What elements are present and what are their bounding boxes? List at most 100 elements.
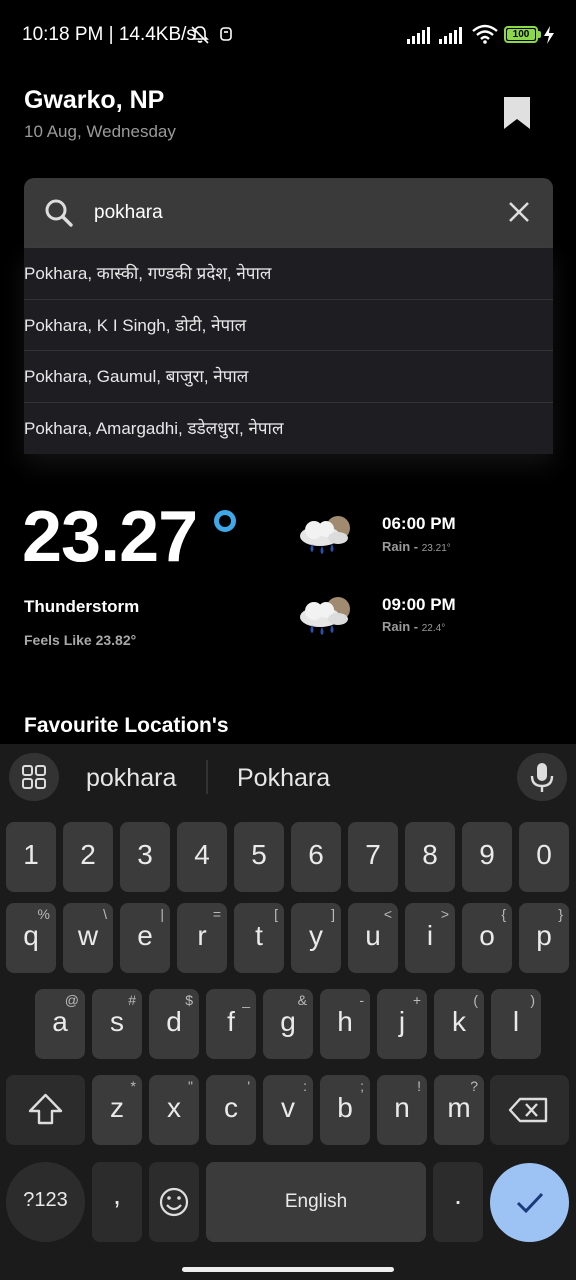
key-o[interactable]: o{ xyxy=(462,903,512,973)
battery-icon: 100 xyxy=(504,26,538,43)
key-7[interactable]: 7 xyxy=(348,822,398,892)
checkmark-icon xyxy=(516,1192,544,1214)
search-input[interactable] xyxy=(94,196,484,230)
emoji-key[interactable] xyxy=(149,1162,199,1242)
key-u[interactable]: u < xyxy=(348,903,398,973)
key-alt-label: { xyxy=(501,906,506,922)
suggestion-item[interactable]: Pokhara, Gaumul, बाजुरा, नेपाल xyxy=(24,351,553,403)
bell-off-icon xyxy=(191,26,209,44)
key-l[interactable]: l) xyxy=(491,989,541,1059)
key-e[interactable]: e | xyxy=(120,903,170,973)
key-n[interactable]: n! xyxy=(377,1075,427,1145)
location-title: Gwarko, NP xyxy=(24,86,165,114)
comma-key[interactable]: , xyxy=(92,1162,142,1242)
key-label: d xyxy=(166,1006,182,1037)
key-label: 3 xyxy=(137,839,153,870)
key-alt-label: } xyxy=(558,906,563,922)
charging-icon xyxy=(544,26,554,44)
voice-input-button[interactable] xyxy=(517,753,567,801)
key-label: o xyxy=(479,920,495,951)
key-w[interactable]: w \ xyxy=(63,903,113,973)
key-8[interactable]: 8 xyxy=(405,822,455,892)
key-2[interactable]: 2 xyxy=(63,822,113,892)
enter-key[interactable] xyxy=(490,1163,569,1242)
key-label: 8 xyxy=(422,839,438,870)
search-suggestions: Pokhara, कास्की, गण्डकी प्रदेश, नेपाल Po… xyxy=(24,248,553,454)
key-label: l xyxy=(512,1006,520,1037)
key-4[interactable]: 4 xyxy=(177,822,227,892)
key-label: f xyxy=(227,1006,235,1037)
key-f[interactable]: f _ xyxy=(206,989,256,1059)
key-label: a xyxy=(52,1006,68,1037)
suggestion-item[interactable]: Pokhara, कास्की, गण्डकी प्रदेश, नेपाल xyxy=(24,248,553,300)
forecast-label: Rain - xyxy=(382,539,422,554)
key-a[interactable]: a @ xyxy=(35,989,85,1059)
space-key[interactable]: English xyxy=(206,1162,426,1242)
key-m[interactable]: m? xyxy=(434,1075,484,1145)
key-alt-label: $ xyxy=(185,992,193,1008)
bookmark-icon[interactable] xyxy=(500,95,534,131)
backspace-key[interactable] xyxy=(490,1075,569,1145)
key-z[interactable]: z * xyxy=(92,1075,142,1145)
suggestion-item[interactable]: Pokhara, Amargadhi, डडेलधुरा, नेपाल xyxy=(24,403,553,455)
key-s[interactable]: s # xyxy=(92,989,142,1059)
signal-icon xyxy=(407,27,430,44)
key-d[interactable]: d $ xyxy=(149,989,199,1059)
key-c[interactable]: c ' xyxy=(206,1075,256,1145)
key-label: b xyxy=(337,1092,353,1123)
apps-grid-button[interactable] xyxy=(9,753,59,801)
key-6[interactable]: 6 xyxy=(291,822,341,892)
grid-icon xyxy=(22,765,46,789)
key-alt-label: | xyxy=(160,906,164,922)
key-h[interactable]: h- xyxy=(320,989,370,1059)
key-label: s xyxy=(110,1006,124,1037)
battery-nub xyxy=(538,31,541,38)
key-v[interactable]: v: xyxy=(263,1075,313,1145)
period-key[interactable]: . xyxy=(433,1162,483,1242)
key-alt-label: ' xyxy=(247,1078,250,1094)
keyboard-suggestion[interactable]: pokhara xyxy=(86,764,176,793)
key-label: , xyxy=(113,1179,121,1210)
key-i[interactable]: i > xyxy=(405,903,455,973)
search-bar[interactable] xyxy=(24,178,553,248)
key-3[interactable]: 3 xyxy=(120,822,170,892)
key-label: r xyxy=(197,920,207,951)
key-0[interactable]: 0 xyxy=(519,822,569,892)
key-label: g xyxy=(280,1006,296,1037)
key-5[interactable]: 5 xyxy=(234,822,284,892)
key-alt-label: ) xyxy=(530,992,535,1008)
shift-icon xyxy=(28,1093,63,1125)
key-label: 7 xyxy=(365,839,381,870)
forecast-temp: 23.21° xyxy=(421,543,451,554)
key-9[interactable]: 9 xyxy=(462,822,512,892)
key-q[interactable]: q% xyxy=(6,903,56,973)
key-x[interactable]: x " xyxy=(149,1075,199,1145)
home-indicator[interactable] xyxy=(182,1267,394,1272)
key-label: x xyxy=(167,1092,181,1123)
forecast-detail: Rain - 22.4° xyxy=(382,619,445,634)
forecast-detail: Rain - 23.21° xyxy=(382,539,451,554)
key-k[interactable]: k( xyxy=(434,989,484,1059)
key-b[interactable]: b; xyxy=(320,1075,370,1145)
key-r[interactable]: r = xyxy=(177,903,227,973)
key-alt-label: - xyxy=(359,992,364,1008)
key-y[interactable]: y] xyxy=(291,903,341,973)
key-j[interactable]: j + xyxy=(377,989,427,1059)
feels-like: Feels Like 23.82° xyxy=(24,632,137,648)
close-icon[interactable] xyxy=(507,200,531,224)
usb-icon xyxy=(220,27,232,41)
key-t[interactable]: t[ xyxy=(234,903,284,973)
symbols-key[interactable]: ?123 xyxy=(6,1162,85,1242)
key-alt-label: @ xyxy=(64,992,79,1008)
keyboard-suggestion[interactable]: Pokhara xyxy=(237,764,330,793)
key-g[interactable]: g & xyxy=(263,989,313,1059)
key-label: j xyxy=(398,1006,406,1037)
key-alt-label: ! xyxy=(417,1078,421,1094)
shift-key[interactable] xyxy=(6,1075,85,1145)
signal-icon xyxy=(439,27,462,44)
key-1[interactable]: 1 xyxy=(6,822,56,892)
suggestion-item[interactable]: Pokhara, K I Singh, डोटी, नेपाल xyxy=(24,300,553,351)
key-alt-label: < xyxy=(383,906,392,922)
key-p[interactable]: p} xyxy=(519,903,569,973)
forecast-temp: 22.4° xyxy=(421,623,446,634)
